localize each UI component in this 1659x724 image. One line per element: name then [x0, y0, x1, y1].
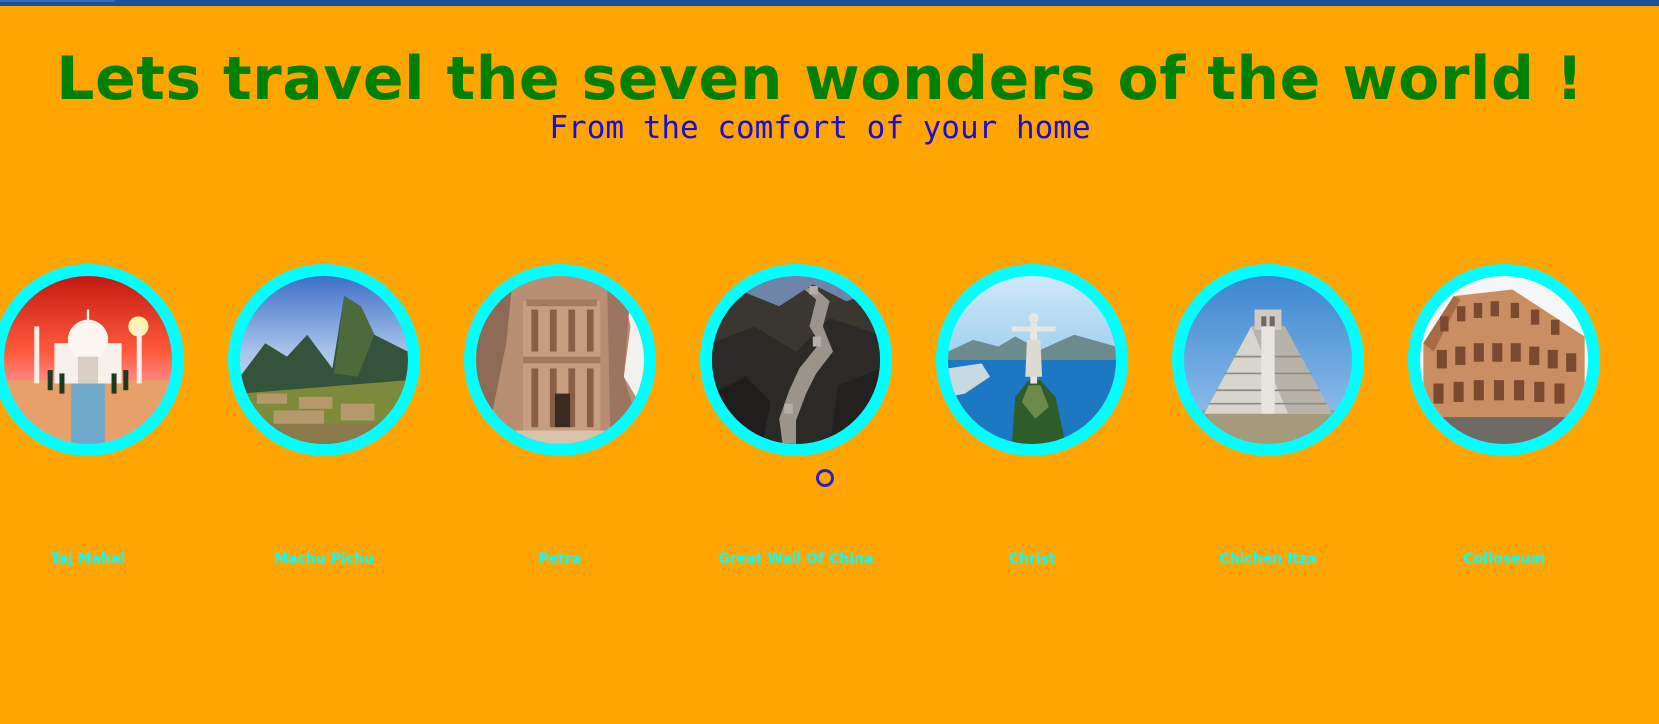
- wonder-label[interactable]: Colloseum: [1386, 551, 1622, 567]
- page-title: Lets travel the seven wonders of the wor…: [56, 44, 1584, 114]
- wonder-image-ring[interactable]: [1408, 264, 1600, 456]
- wonder-label[interactable]: Chichen Itza: [1150, 551, 1386, 567]
- wonder-label[interactable]: Christ: [914, 551, 1150, 567]
- chichen-itza-photo: [1184, 276, 1352, 444]
- great-wall-photo: [712, 276, 880, 444]
- wonder-image-ring[interactable]: [936, 264, 1128, 456]
- wonder-card-chichen-itza[interactable]: Chichen Itza: [1150, 258, 1386, 568]
- christ-redeemer-photo: [948, 276, 1116, 444]
- wonder-label[interactable]: Petra: [442, 551, 678, 567]
- wonder-card-christ[interactable]: Christ: [914, 258, 1150, 568]
- wonder-image-ring[interactable]: [1172, 264, 1364, 456]
- wonder-label[interactable]: Great Wall Of China: [678, 551, 914, 567]
- wonder-label[interactable]: Machu Pichu: [206, 551, 442, 567]
- taj-mahal-photo: [4, 276, 172, 444]
- page-subtitle: From the comfort of your home: [549, 110, 1091, 146]
- petra-photo: [476, 276, 644, 444]
- wonder-image-ring[interactable]: [228, 264, 420, 456]
- wonder-label[interactable]: Taj Mahal: [0, 551, 206, 567]
- wonder-image-ring[interactable]: [464, 264, 656, 456]
- wonder-card-taj-mahal[interactable]: Taj Mahal: [0, 258, 206, 568]
- wonder-image-ring[interactable]: [0, 264, 184, 456]
- machu-pichu-photo: [240, 276, 408, 444]
- wonder-card-great-wall[interactable]: Great Wall Of China: [678, 258, 914, 568]
- colosseum-photo: [1420, 276, 1588, 444]
- wonder-card-machu-pichu[interactable]: Machu Pichu: [206, 258, 442, 568]
- browser-tab-strip: [0, 0, 115, 2]
- wonder-card-colloseum[interactable]: Colloseum: [1386, 258, 1622, 568]
- carousel-indicator-dot[interactable]: [816, 469, 834, 487]
- wonder-card-petra[interactable]: Petra: [442, 258, 678, 568]
- page-content: Lets travel the seven wonders of the wor…: [0, 6, 1659, 724]
- wonder-image-ring[interactable]: [700, 264, 892, 456]
